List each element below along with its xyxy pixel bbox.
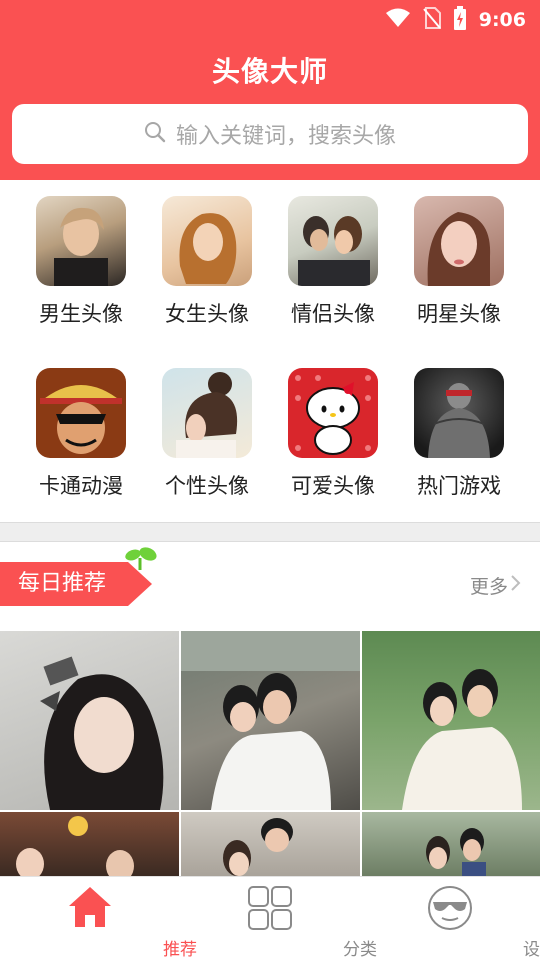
category-label: 个性头像 [165, 474, 249, 498]
category-thumbnail-games [414, 368, 504, 458]
category-cute[interactable]: 可爱头像 [270, 368, 396, 500]
category-label: 热门游戏 [417, 474, 501, 498]
search-icon [144, 121, 166, 147]
category-couples[interactable]: 情侣头像 [270, 196, 396, 328]
category-thumbnail-couples [288, 196, 378, 286]
home-icon [67, 885, 113, 933]
search-input[interactable]: 输入关键词，搜索头像 [12, 104, 528, 164]
recommend-photo[interactable] [0, 631, 179, 810]
no-sim-icon [422, 7, 441, 33]
status-bar: 9:06 [0, 0, 540, 36]
tab-recommend[interactable]: 推荐 [0, 877, 197, 960]
category-label: 女生头像 [165, 302, 249, 326]
wifi-icon [385, 8, 411, 32]
recommend-photo[interactable] [362, 631, 540, 810]
category-stars[interactable]: 明星头像 [396, 196, 522, 328]
recommend-photo[interactable] [181, 631, 360, 810]
category-label: 可爱头像 [291, 474, 375, 498]
category-games[interactable]: 热门游戏 [396, 368, 522, 500]
category-boys[interactable]: 男生头像 [18, 196, 144, 328]
sprout-icon [124, 546, 158, 574]
app-header: 9:06 头像大师 输入关键词，搜索头像 [0, 0, 540, 180]
grid-icon [247, 885, 293, 935]
recommend-photo[interactable] [362, 812, 540, 876]
category-thumbnail-girls [162, 196, 252, 286]
status-time: 9:06 [478, 9, 526, 31]
tab-label: 设计 [523, 940, 540, 960]
category-thumbnail-boys [36, 196, 126, 286]
category-cartoon[interactable]: 卡通动漫 [18, 368, 144, 500]
category-label: 男生头像 [39, 302, 123, 326]
section-divider [0, 522, 540, 542]
search-placeholder: 输入关键词，搜索头像 [175, 124, 396, 149]
recommend-photo[interactable] [181, 812, 360, 876]
tab-design[interactable]: 设计 [360, 877, 540, 960]
bottom-tab-bar: 推荐 分类 设计 [0, 876, 540, 960]
category-personal[interactable]: 个性头像 [144, 368, 270, 500]
category-thumbnail-stars [414, 196, 504, 286]
category-girls[interactable]: 女生头像 [144, 196, 270, 328]
category-thumbnail-cute [288, 368, 378, 458]
category-label: 明星头像 [417, 302, 501, 326]
category-label: 卡通动漫 [39, 474, 123, 498]
category-label: 情侣头像 [291, 302, 375, 326]
more-link[interactable]: 更多 [470, 572, 522, 599]
app-title: 头像大师 [211, 55, 328, 88]
tab-category[interactable]: 分类 [180, 877, 377, 960]
recommend-photo[interactable] [0, 812, 179, 876]
more-label: 更多 [469, 576, 508, 598]
battery-charging-icon [453, 6, 467, 34]
sunglasses-face-icon [427, 885, 473, 935]
category-thumbnail-cartoon [36, 368, 126, 458]
category-thumbnail-personal [162, 368, 252, 458]
chevron-right-icon [510, 574, 522, 597]
